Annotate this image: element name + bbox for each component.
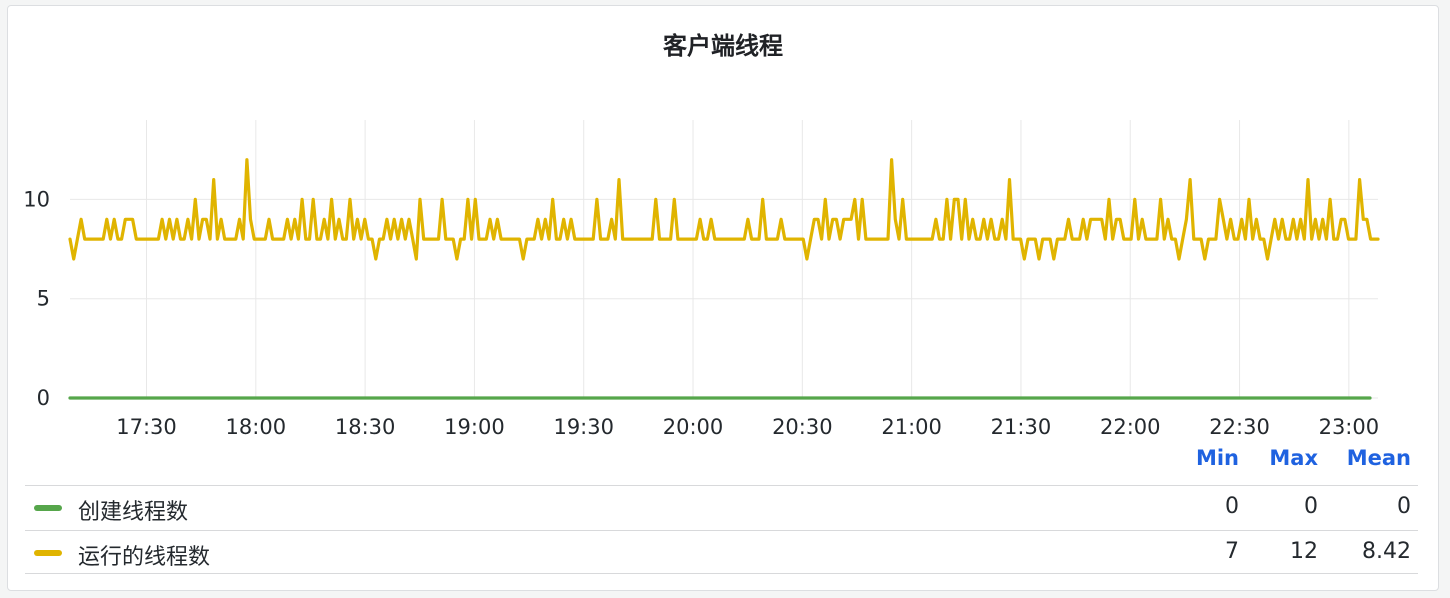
x-axis-ticks: 17:30 18:00 18:30 19:00 19:30 20:00 20:30 21:00… <box>116 415 1379 439</box>
series-line-1 <box>68 158 1380 261</box>
x-tick-label: 20:00 <box>663 415 724 439</box>
legend-stat-mean: 8.42 <box>1362 539 1411 564</box>
legend-stat-min: 7 <box>1225 539 1239 564</box>
legend-stat-max: 0 <box>1304 494 1318 519</box>
legend-stat-min: 0 <box>1225 494 1239 519</box>
legend-swatch-green <box>34 505 62 511</box>
legend-series-name[interactable]: 运行的线程数 <box>78 539 210 571</box>
legend-stat-mean: 0 <box>1397 494 1411 519</box>
x-tick-label: 23:00 <box>1319 415 1380 439</box>
x-tick-label: 17:30 <box>116 415 177 439</box>
y-tick-label: 0 <box>37 386 50 410</box>
grid-lines <box>70 120 1378 399</box>
x-tick-label: 21:30 <box>991 415 1052 439</box>
y-axis-ticks: 0 5 10 <box>23 187 50 410</box>
series-lines <box>68 158 1380 400</box>
legend-header-min[interactable]: Min <box>1180 446 1239 476</box>
x-tick-label: 20:30 <box>772 415 833 439</box>
legend-series-name[interactable]: 创建线程数 <box>78 494 188 526</box>
x-tick-label: 19:00 <box>444 415 505 439</box>
y-tick-label: 10 <box>23 187 50 211</box>
legend-row-running-threads[interactable]: 运行的线程数 7 12 8.42 <box>25 530 1418 574</box>
x-tick-label: 22:30 <box>1209 415 1270 439</box>
y-tick-label: 5 <box>37 287 50 311</box>
legend-header-mean[interactable]: Mean <box>1330 446 1411 476</box>
x-tick-label: 22:00 <box>1100 415 1161 439</box>
legend-row-created-threads[interactable]: 创建线程数 0 0 0 <box>25 485 1418 529</box>
x-tick-label: 21:00 <box>881 415 942 439</box>
legend-swatch-yellow <box>34 550 62 556</box>
legend-stat-max: 12 <box>1290 539 1318 564</box>
x-tick-label: 18:30 <box>335 415 396 439</box>
legend-header-max[interactable]: Max <box>1255 446 1318 476</box>
x-tick-label: 18:00 <box>226 415 287 439</box>
x-tick-label: 19:30 <box>553 415 614 439</box>
